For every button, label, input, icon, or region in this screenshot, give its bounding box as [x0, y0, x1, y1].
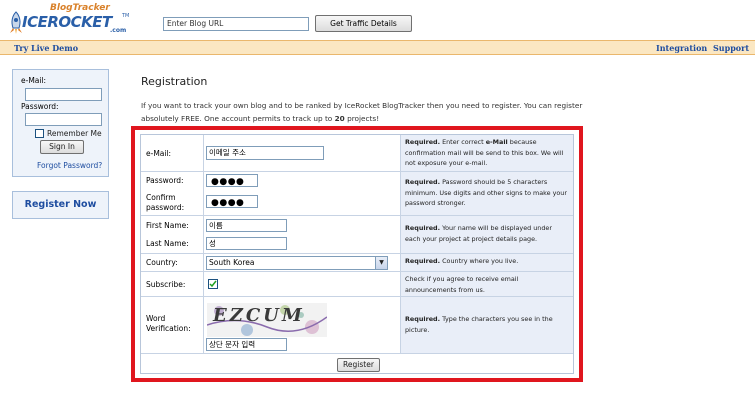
checkmark-icon — [209, 280, 217, 288]
integration-link[interactable]: Integration — [656, 42, 707, 54]
last-name-field[interactable]: 성 — [206, 237, 287, 250]
intro-project-count: 20 — [334, 113, 345, 123]
email-help-text-a: Enter correct — [440, 138, 486, 146]
try-live-demo-link[interactable]: Try Live Demo — [14, 42, 78, 54]
email-field[interactable]: 이메일 주소 — [206, 146, 324, 160]
top-bar: BlogTracker ICEROCKET TM .com Enter Blog… — [0, 0, 755, 40]
country-help-required: Required. — [405, 257, 441, 265]
subscribe-label: Subscribe: — [146, 280, 186, 289]
icerocket-logo[interactable]: BlogTracker ICEROCKET TM .com — [6, 3, 130, 37]
password-label: Password: — [146, 176, 184, 185]
login-email-label: e-Mail: — [21, 76, 47, 85]
forgot-password-link[interactable]: Forgot Password? — [37, 161, 102, 170]
word-verification-label: Word Verification: — [146, 314, 191, 333]
captcha-text: EZCUM — [213, 305, 305, 326]
login-panel: e-Mail: Password: Remember Me Sign In Fo… — [12, 69, 109, 177]
page-title: Registration — [141, 75, 208, 88]
captcha-image: EZCUM — [207, 303, 327, 337]
country-selected-value: South Korea — [209, 258, 255, 267]
password-help-required: Required. — [405, 178, 441, 186]
subscribe-checkbox[interactable] — [208, 279, 218, 289]
country-help-text: Country where you live. — [440, 257, 519, 265]
last-name-label: Last Name: — [146, 239, 189, 248]
logo-trademark: TM — [122, 13, 130, 19]
blog-url-input[interactable]: Enter Blog URL — [163, 17, 309, 31]
logo-blogtracker-text: BlogTracker — [50, 3, 110, 13]
intro-text-end: projects! — [344, 113, 380, 123]
remember-me-label: Remember Me — [47, 129, 102, 138]
registration-form: e-Mail: 이메일 주소 Required. Enter correct e… — [140, 134, 574, 374]
nav-bar: Try Live Demo Integration Support — [0, 40, 755, 55]
login-password-input[interactable] — [25, 113, 102, 126]
captcha-input[interactable]: 상단 문자 입력 — [206, 338, 287, 351]
email-help-emph: e-Mail — [485, 138, 508, 146]
first-name-label: First Name: — [146, 221, 189, 230]
chevron-down-icon[interactable]: ▼ — [375, 257, 387, 269]
country-label: Country: — [146, 258, 178, 267]
country-select[interactable]: South Korea ▼ — [206, 256, 388, 270]
login-email-input[interactable] — [25, 88, 102, 101]
subscribe-row: Subscribe: Check if you agree to receive… — [141, 272, 573, 297]
email-label: e-Mail: — [146, 149, 172, 158]
password-dots: ●●●● — [211, 177, 245, 187]
email-row: e-Mail: 이메일 주소 Required. Enter correct e… — [141, 135, 573, 172]
remember-me-checkbox[interactable] — [35, 129, 44, 138]
captcha-help: Required. Type the characters you see in… — [401, 297, 573, 353]
register-button[interactable]: Register — [337, 358, 380, 372]
captcha-help-required: Required. — [405, 315, 441, 323]
password-field[interactable]: ●●●● — [206, 174, 258, 187]
sign-in-button[interactable]: Sign In — [40, 140, 84, 154]
name-help-required: Required. — [405, 224, 441, 232]
word-verification-row: Word Verification: EZCUM 상단 문자 입력 Requir… — [141, 297, 573, 354]
logo-icerocket-text: ICEROCKET — [22, 13, 112, 31]
confirm-password-dots: ●●●● — [211, 198, 245, 208]
password-row: Password: ●●●● Confirm password: ●●●● Re… — [141, 172, 573, 216]
password-help: Required. Password should be 5 character… — [401, 172, 573, 215]
email-help: Required. Enter correct e-Mail because c… — [401, 135, 573, 171]
name-row: First Name: 이름 Last Name: 성 Required. Yo… — [141, 216, 573, 254]
confirm-password-label: Confirm password: — [146, 193, 185, 212]
get-traffic-details-button[interactable]: Get Traffic Details — [315, 15, 412, 32]
registration-intro: If you want to track your own blog and t… — [141, 100, 591, 125]
subscribe-help: Check if you agree to receive email anno… — [401, 272, 573, 296]
email-help-required: Required. — [405, 138, 441, 146]
register-now-link[interactable]: Register Now — [12, 191, 109, 219]
support-link[interactable]: Support — [713, 42, 749, 54]
first-name-field[interactable]: 이름 — [206, 219, 287, 232]
country-row: Country: South Korea ▼ Required. Country… — [141, 254, 573, 272]
confirm-password-field[interactable]: ●●●● — [206, 195, 258, 208]
name-help: Required. Your name will be displayed un… — [401, 216, 573, 253]
login-password-label: Password: — [21, 102, 59, 111]
country-help: Required. Country where you live. — [401, 254, 573, 271]
logo-com-text: .com — [110, 27, 127, 34]
